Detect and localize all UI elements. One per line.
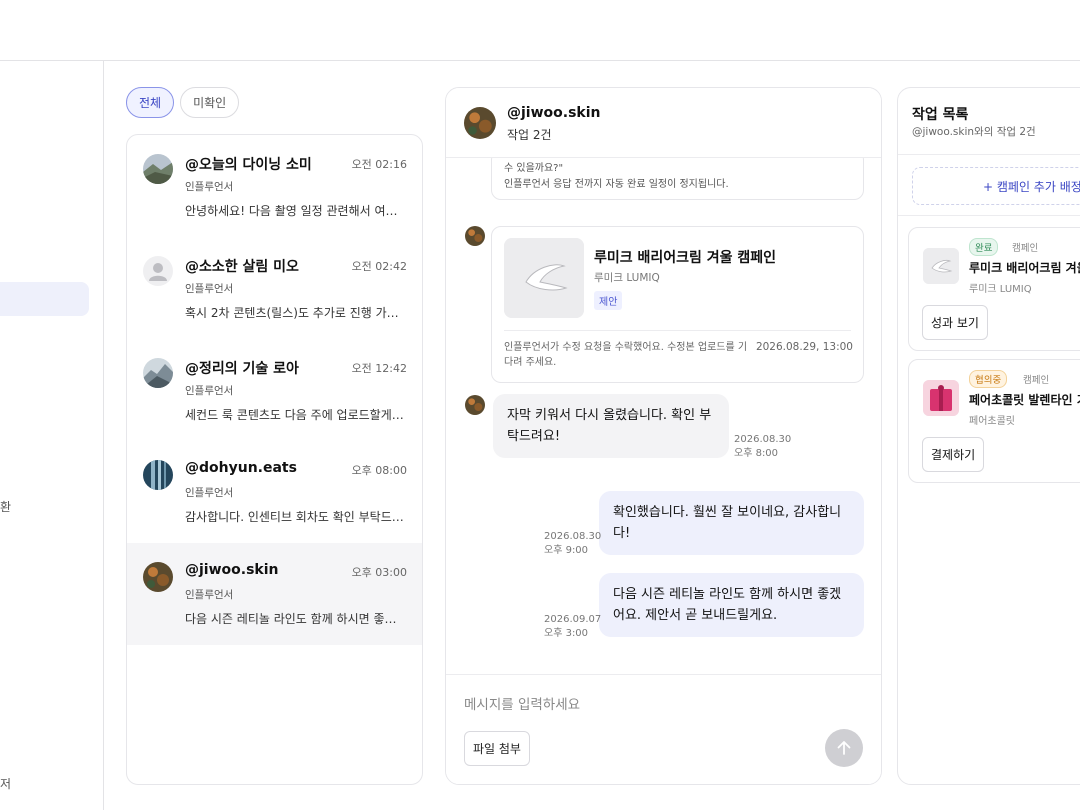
conversation-role: 인플루언서 <box>185 589 234 601</box>
arrow-up-icon <box>837 741 851 755</box>
conversation-time: 오전 12:42 <box>351 362 407 375</box>
conversation-role: 인플루언서 <box>185 181 234 193</box>
top-bar <box>0 0 1080 61</box>
task-name: 루미크 배리어크림 겨울 캠페인 <box>969 261 1080 275</box>
conversation-preview: 다음 시즌 레티놀 라인도 함께 하시면 좋겠어... <box>185 612 407 626</box>
campaign-brand: 루미크 LUMIQ <box>594 272 660 284</box>
conversation-preview: 세컨드 룩 콘텐츠도 다음 주에 업로드할게요! <box>185 408 407 422</box>
conversation-item[interactable]: @오늘의 다이닝 소미 오전 02:16 인플루언서 안녕하세요! 다음 촬영 … <box>127 135 422 237</box>
task-panel-title: 작업 목록 <box>912 107 969 123</box>
conversation-name: @정리의 기술 로아 <box>185 361 299 377</box>
send-button[interactable] <box>825 729 863 767</box>
chat-header: @jiwoo.skin 작업 2건 <box>446 88 881 158</box>
avatar <box>143 154 173 184</box>
task-panel: 작업 목록 @jiwoo.skin와의 작업 2건 + 캠페인 추가 배정 완료… <box>897 87 1080 785</box>
avatar <box>465 395 485 415</box>
chat-subtitle: 작업 2건 <box>507 128 552 142</box>
sidebar-item-label[interactable]: 환 <box>0 498 11 515</box>
campaign-title: 루미크 배리어크림 겨울 캠페인 <box>594 250 777 266</box>
task-card[interactable]: 완료 캠페인 루미크 배리어크림 겨울 캠페인 루미크 LUMIQ 성과 보기 <box>908 227 1080 351</box>
conversation-role: 인플루언서 <box>185 283 234 295</box>
task-type: 캠페인 <box>1012 243 1039 254</box>
conversation-list: @오늘의 다이닝 소미 오전 02:16 인플루언서 안녕하세요! 다음 촬영 … <box>126 134 423 785</box>
incoming-message: 자막 키워서 다시 올렸습니다. 확인 부탁드려요! <box>493 394 729 458</box>
conversation-item[interactable]: @소소한 살림 미오 오전 02:42 인플루언서 혹시 2차 콘텐츠(릴스)도… <box>127 237 422 339</box>
status-badge: 제안 <box>594 291 623 310</box>
default-avatar-icon <box>143 256 173 286</box>
conversation-preview: 혹시 2차 콘텐츠(릴스)도 추가로 진행 가능할... <box>185 306 407 320</box>
conversation-time: 오전 02:42 <box>351 260 407 273</box>
task-panel-header: 작업 목록 @jiwoo.skin와의 작업 2건 <box>898 88 1080 155</box>
conversation-preview: 감사합니다. 인센티브 회차도 확인 부탁드려요! <box>185 510 407 524</box>
avatar <box>143 358 173 388</box>
outgoing-message: 확인했습니다. 훨씬 잘 보이네요, 감사합니다! <box>599 491 864 555</box>
conversation-name: @dohyun.eats <box>185 460 297 476</box>
avatar <box>464 107 496 139</box>
conversation-preview: 안녕하세요! 다음 촬영 일정 관련해서 여쭤볼... <box>185 204 407 218</box>
notice-text: 수 있을까요?" <box>504 163 564 174</box>
status-badge: 완료 <box>969 238 999 256</box>
message-time: 오후 3:00 <box>544 628 589 639</box>
outgoing-message: 다음 시즌 레티놀 라인도 함께 하시면 좋겠어요. 제안서 곧 보내드릴게요. <box>599 573 864 637</box>
campaign-note: 인플루언서가 수정 요청을 수락했어요. 수정본 업로드를 기다려 주세요. <box>504 342 748 368</box>
chat-title: @jiwoo.skin <box>507 105 601 121</box>
sidebar-item-label[interactable]: 저 <box>0 775 11 792</box>
conversation-role: 인플루언서 <box>185 385 234 397</box>
status-badge: 협의중 <box>969 370 1008 388</box>
conversation-item[interactable]: @정리의 기술 로아 오전 12:42 인플루언서 세컨드 룩 콘텐츠도 다음 … <box>127 339 422 441</box>
task-name: 페어초콜릿 발렌타인 기프트 <box>969 393 1080 407</box>
message-date: 2026.08.30 <box>734 434 792 445</box>
message-list[interactable]: 수 있을까요?" 인플루언서 응답 전까지 자동 완료 일정이 정지됩니다. 루… <box>446 158 881 674</box>
message-date: 2026.09.07 <box>544 614 602 625</box>
message-date: 2026.08.30 <box>544 531 602 542</box>
task-type: 캠페인 <box>1023 375 1050 386</box>
payment-button[interactable]: 결제하기 <box>922 437 985 472</box>
task-panel-subtitle: @jiwoo.skin와의 작업 2건 <box>912 126 1036 138</box>
sidebar-active-item[interactable] <box>0 282 89 316</box>
attach-file-button[interactable]: 파일 첨부 <box>464 731 530 766</box>
notice-text: 인플루언서 응답 전까지 자동 완료 일정이 정지됩니다. <box>504 179 729 190</box>
conversation-time: 오전 02:16 <box>351 158 407 171</box>
divider <box>898 215 1080 216</box>
divider <box>504 330 851 331</box>
conversation-time: 오후 08:00 <box>351 464 407 477</box>
chat-panel: @jiwoo.skin 작업 2건 수 있을까요?" 인플루언서 응답 전까지 … <box>445 87 882 785</box>
message-time: 오후 9:00 <box>544 545 589 556</box>
product-image <box>923 248 959 284</box>
conversation-name: @소소한 살림 미오 <box>185 259 299 275</box>
message-input[interactable] <box>464 693 794 717</box>
tab-unread[interactable]: 미확인 <box>180 87 240 118</box>
task-brand: 페어초콜릿 <box>969 416 1015 427</box>
conversation-time: 오후 03:00 <box>351 566 407 579</box>
product-image <box>504 238 584 318</box>
product-image <box>923 380 959 416</box>
conversation-name: @jiwoo.skin <box>185 562 279 578</box>
sidebar: 환 저 <box>0 61 104 810</box>
task-card[interactable]: 협의중 캠페인 페어초콜릿 발렌타인 기프트 페어초콜릿 결제하기 <box>908 359 1080 483</box>
task-brand: 루미크 LUMIQ <box>969 284 1032 295</box>
avatar <box>143 562 173 592</box>
tab-all[interactable]: 전체 <box>126 87 175 118</box>
filter-tabs: 전체 미확인 <box>126 87 240 118</box>
message-time: 오후 8:00 <box>734 448 779 459</box>
avatar <box>465 226 485 246</box>
avatar <box>143 460 173 490</box>
conversation-item-selected[interactable]: @jiwoo.skin 오후 03:00 인플루언서 다음 시즌 레티놀 라인도… <box>127 543 422 645</box>
conversation-item[interactable]: @dohyun.eats 오후 08:00 인플루언서 감사합니다. 인센티브 … <box>127 441 422 543</box>
campaign-date: 2026.08.29, 13:00 <box>755 341 853 353</box>
campaign-card[interactable]: 루미크 배리어크림 겨울 캠페인 루미크 LUMIQ 제안 인플루언서가 수정 … <box>491 226 864 383</box>
conversation-name: @오늘의 다이닝 소미 <box>185 157 312 173</box>
message-composer: 파일 첨부 <box>446 674 881 784</box>
conversation-role: 인플루언서 <box>185 487 234 499</box>
view-performance-button[interactable]: 성과 보기 <box>922 305 988 340</box>
system-notice-card: 수 있을까요?" 인플루언서 응답 전까지 자동 완료 일정이 정지됩니다. <box>491 158 864 200</box>
add-campaign-button[interactable]: + 캠페인 추가 배정 <box>912 167 1080 205</box>
